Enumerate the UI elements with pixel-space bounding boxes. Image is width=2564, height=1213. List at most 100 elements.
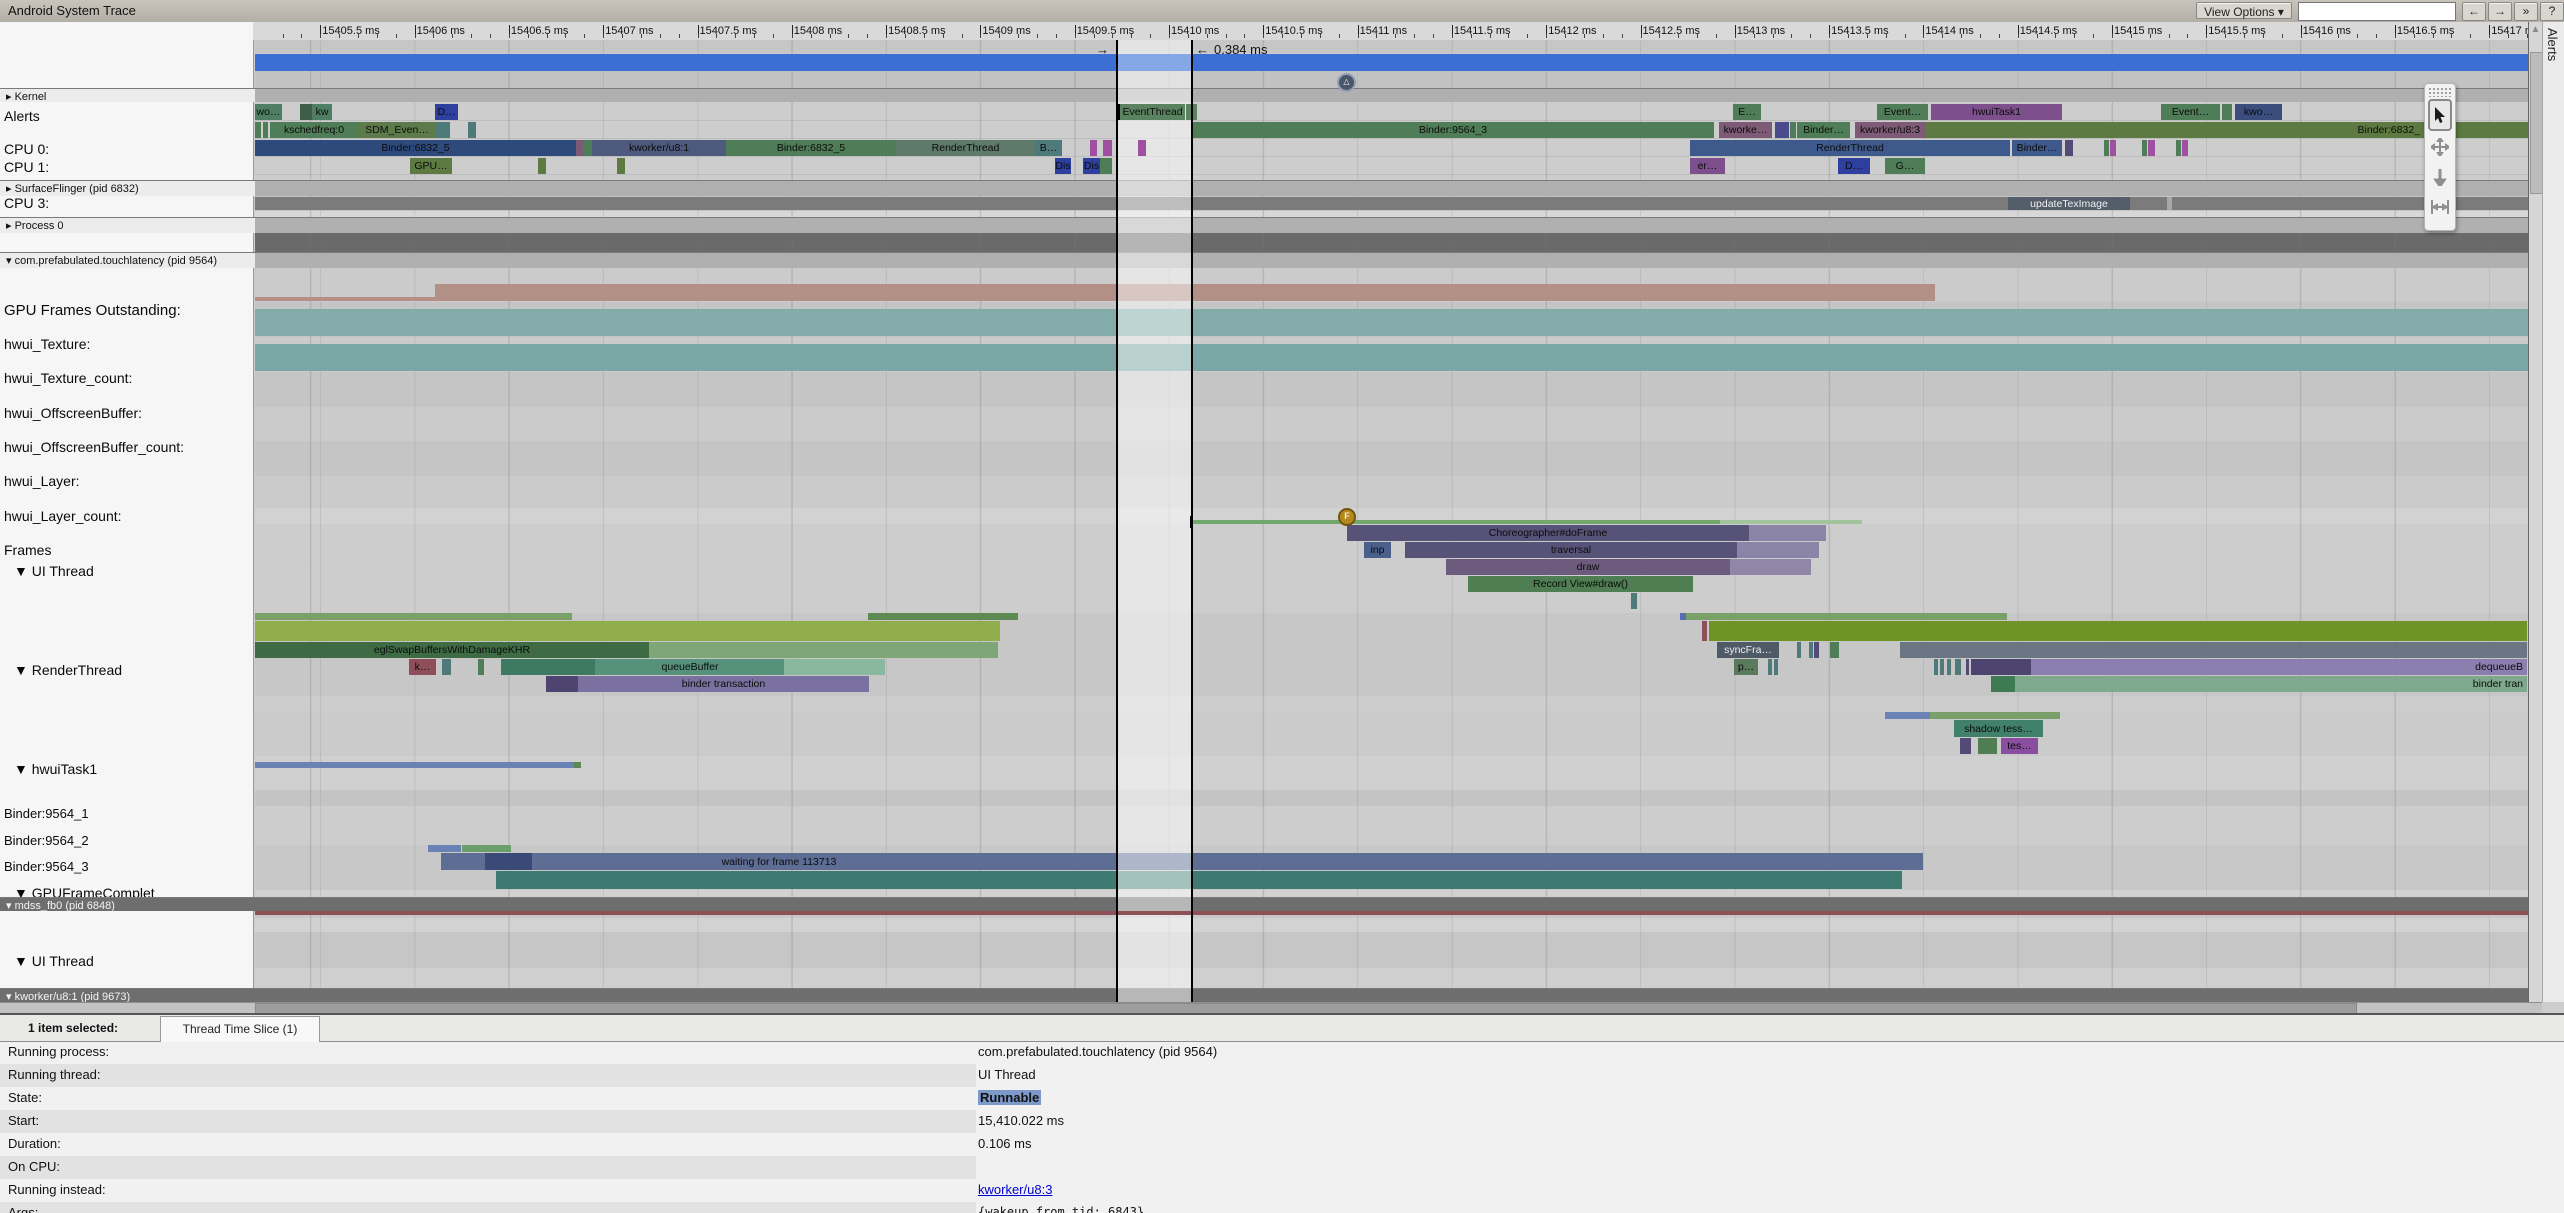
trace-slice[interactable]	[1117, 309, 1192, 336]
trace-slice[interactable]: kworker/u8:3	[1855, 122, 1925, 138]
sidebar-item-ui-thread[interactable]: ▼ UI Thread	[14, 563, 94, 579]
trace-slice[interactable]: kschedfreq:0	[270, 122, 358, 138]
trace-slice[interactable]: Binder…	[1797, 122, 1850, 138]
sidebar-item-ui-thread[interactable]: ▼ UI Thread	[14, 953, 94, 969]
trace-slice[interactable]: dequeueB	[2031, 659, 2527, 675]
trace-slice[interactable]: Event…	[2161, 104, 2220, 120]
trace-slice[interactable]: wo…	[255, 104, 282, 120]
palette-grip[interactable]	[2428, 87, 2452, 97]
trace-slice[interactable]	[462, 845, 511, 852]
trace-slice[interactable]: RenderThread	[1690, 140, 2010, 156]
trace-slice[interactable]: binder tran	[2015, 676, 2527, 692]
help-button[interactable]: ?	[2540, 2, 2564, 21]
trace-slice[interactable]: Dis	[1055, 158, 1071, 174]
timing-tool-button[interactable]	[2428, 193, 2452, 221]
trace-slice[interactable]: er…	[1690, 158, 1725, 174]
trace-slice[interactable]	[1117, 853, 1192, 870]
trace-slice[interactable]: G…	[1885, 158, 1925, 174]
trace-slice[interactable]	[263, 122, 268, 138]
tab-thread-time-slice[interactable]: Thread Time Slice (1)	[160, 1016, 320, 1042]
detail-value-link[interactable]: kworker/u8:3	[978, 1182, 1052, 1197]
trace-slice[interactable]	[574, 762, 581, 768]
trace-slice[interactable]: kworker/u8:1	[592, 140, 726, 156]
trace-slice[interactable]: EventThread	[1118, 104, 1185, 120]
nav-forward-button[interactable]: →	[2488, 2, 2512, 21]
trace-slice[interactable]: draw	[1446, 559, 1730, 575]
trace-slice[interactable]	[255, 762, 574, 768]
trace-slice[interactable]: SDM_Even…	[358, 122, 436, 138]
trace-slice[interactable]	[435, 284, 1117, 301]
trace-slice[interactable]	[436, 122, 450, 138]
trace-slice[interactable]	[1631, 593, 1637, 609]
trace-slice[interactable]	[255, 621, 1000, 641]
search-input[interactable]	[2298, 2, 2456, 21]
alert-icon[interactable]: △	[1337, 73, 1356, 92]
trace-slice[interactable]	[1192, 309, 2528, 336]
trace-slice[interactable]	[1966, 659, 1969, 675]
trace-slice[interactable]	[255, 911, 2528, 915]
trace-slice[interactable]	[2182, 140, 2188, 156]
trace-slice[interactable]	[300, 104, 312, 120]
trace-slice[interactable]: Event…	[1877, 104, 1928, 120]
trace-slice[interactable]	[538, 158, 546, 174]
trace-slice[interactable]	[478, 659, 484, 675]
frame-marker-icon[interactable]: F	[1338, 508, 1356, 526]
trace-slice[interactable]: k…	[409, 659, 436, 675]
section-header-band[interactable]: ▸ Process 0	[0, 217, 2528, 233]
trace-slice[interactable]: syncFra…	[1717, 642, 1779, 658]
trace-slice[interactable]	[1809, 642, 1813, 658]
trace-slice[interactable]: kw	[312, 104, 332, 120]
trace-slice[interactable]	[1720, 520, 1862, 524]
trace-slice[interactable]	[649, 642, 998, 658]
trace-slice[interactable]: fence_wait("kgsl-3d0-pid-9564-ctx-6-ts-4…	[1192, 871, 1902, 889]
trace-slice[interactable]: eglSwapBuffersWithDamageKHR	[255, 642, 649, 658]
trace-slice[interactable]	[468, 122, 476, 138]
trace-slice[interactable]	[2176, 140, 2181, 156]
trace-slice[interactable]	[1955, 659, 1961, 675]
scroll-up-icon[interactable]: ▲	[2529, 24, 2542, 38]
selection-tool-button[interactable]	[2428, 99, 2452, 131]
section-header-band[interactable]: ▸ SurfaceFlinger (pid 6832)	[0, 180, 2528, 196]
trace-slice[interactable]	[1774, 659, 1778, 675]
trace-slice[interactable]	[1814, 642, 1819, 658]
trace-slice[interactable]	[1991, 676, 2015, 692]
trace-slice[interactable]	[1192, 284, 1935, 301]
trace-slice[interactable]	[1940, 659, 1944, 675]
trace-slice[interactable]: D…	[1838, 158, 1870, 174]
trace-slice[interactable]	[1775, 122, 1789, 138]
trace-slice[interactable]	[1117, 54, 1192, 71]
nav-more-button[interactable]: »	[2514, 2, 2538, 21]
trace-slice[interactable]	[1192, 344, 2528, 371]
trace-slice[interactable]	[1900, 642, 2527, 658]
zoom-tool-button[interactable]	[2428, 163, 2452, 191]
trace-slice[interactable]: Binder…	[2012, 140, 2062, 156]
trace-slice[interactable]	[546, 676, 578, 692]
trace-slice[interactable]	[2148, 140, 2155, 156]
trace-slice[interactable]: p…	[1734, 659, 1758, 675]
trace-slice[interactable]: D…	[435, 104, 458, 120]
trace-slice[interactable]: binder transaction	[578, 676, 869, 692]
trace-slice[interactable]	[255, 197, 1117, 210]
trace-slice[interactable]	[1930, 712, 2060, 719]
trace-slice[interactable]	[255, 297, 435, 301]
trace-slice[interactable]	[2065, 140, 2073, 156]
trace-slice[interactable]	[501, 659, 595, 675]
timeline-tracks[interactable]: InteractionsAlertsCPU 0:CPU 1:CPU 2:CPU …	[0, 40, 2528, 1002]
trace-slice[interactable]	[1686, 613, 2007, 620]
trace-slice[interactable]	[1192, 197, 2528, 210]
section-header-band[interactable]: ▸ Kernel	[0, 88, 2528, 102]
trace-slice[interactable]	[1830, 642, 1839, 658]
trace-slice[interactable]	[2142, 140, 2147, 156]
trace-slice[interactable]	[1730, 559, 1811, 575]
trace-slice[interactable]: updateTexImage	[2008, 197, 2130, 210]
trace-slice[interactable]	[576, 140, 583, 156]
trace-slice[interactable]	[1737, 542, 1819, 558]
trace-slice[interactable]	[1709, 621, 2527, 641]
section-header-band[interactable]: ▾ com.prefabulated.touchlatency (pid 956…	[0, 252, 2528, 268]
section-header-band[interactable]: ▾ kworker/u8:1 (pid 9673)	[0, 988, 2528, 1002]
selection-start-line[interactable]	[1116, 40, 1118, 1002]
trace-slice[interactable]: waiting for frame 113713	[441, 853, 1117, 870]
trace-slice[interactable]: Binder:6832_5	[255, 140, 576, 156]
trace-slice[interactable]	[255, 344, 1117, 371]
trace-slice[interactable]	[1138, 140, 1146, 156]
